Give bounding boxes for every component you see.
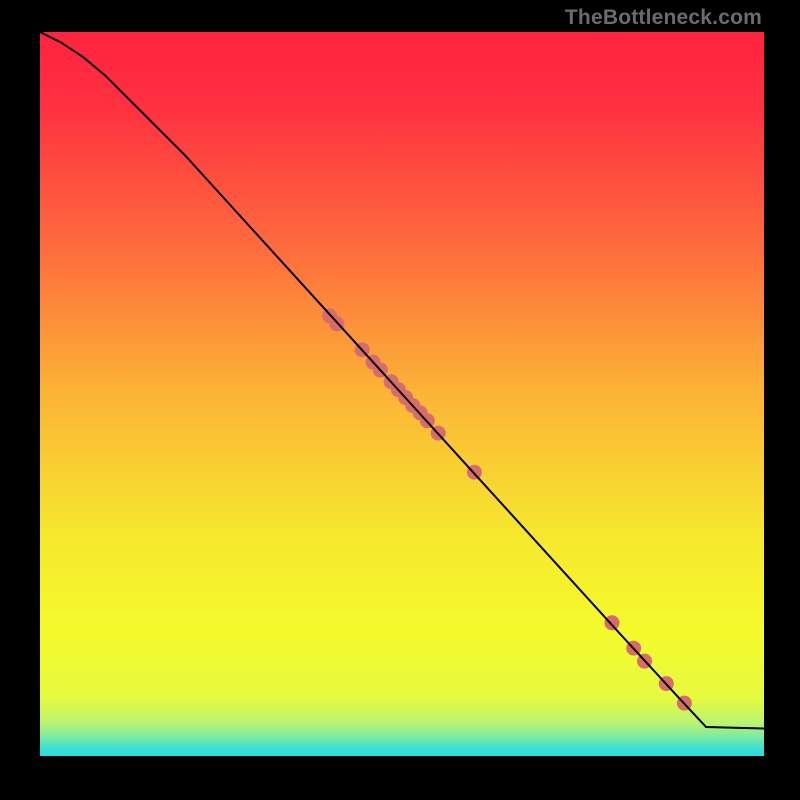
chart-overlay (40, 32, 764, 756)
curve-line (40, 32, 764, 728)
attribution-text: TheBottleneck.com (565, 6, 762, 30)
chart-root: { "attribution": "TheBottleneck.com", "c… (0, 0, 800, 800)
plot-area (40, 32, 764, 756)
data-point (604, 615, 619, 630)
